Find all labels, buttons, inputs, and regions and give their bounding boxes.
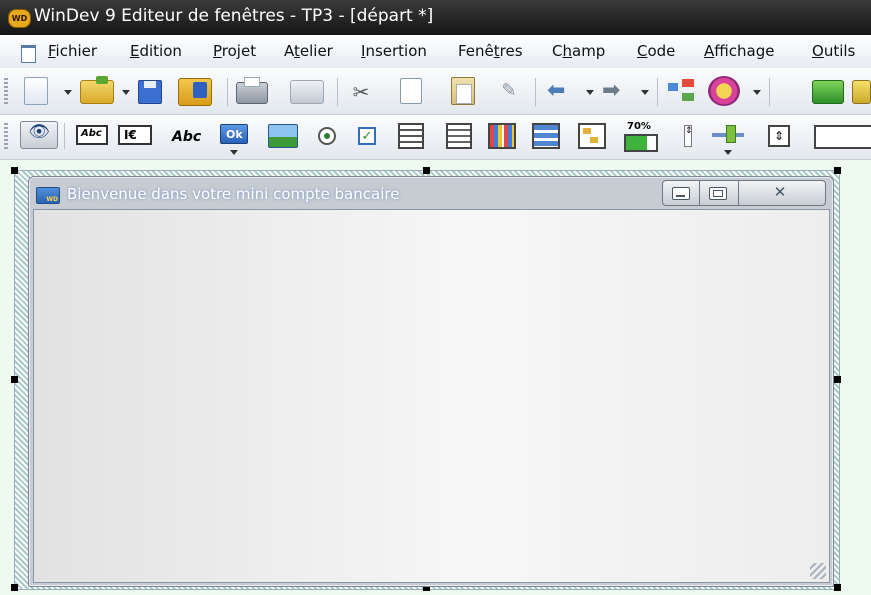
spin-control-icon[interactable]: ⇕ <box>684 125 693 147</box>
looper-control-icon[interactable] <box>532 123 560 149</box>
button-control-label: Ok <box>226 128 243 141</box>
resize-handle-bottom-right[interactable] <box>834 584 841 591</box>
list-box-control-icon[interactable] <box>398 123 424 149</box>
maximize-icon <box>709 187 727 200</box>
resize-grip-icon[interactable] <box>810 563 826 579</box>
menu-fenetres[interactable]: Fenêtres <box>458 42 523 60</box>
cut-scissors-icon[interactable]: ✂ <box>348 78 374 106</box>
resize-handle-top-middle[interactable] <box>423 167 430 174</box>
redo-icon[interactable]: ➡ <box>602 80 634 102</box>
minimize-button[interactable] <box>663 181 700 205</box>
print-icon[interactable] <box>236 77 268 104</box>
menu-champ[interactable]: Champ <box>552 42 605 60</box>
button-control-dropdown-icon[interactable] <box>230 150 238 155</box>
designed-window[interactable]: WD Bienvenue dans votre mini compte banc… <box>28 176 834 587</box>
preview-icon[interactable] <box>290 80 324 104</box>
static-text-control-label: Abc <box>81 128 102 139</box>
toolbar-grip[interactable] <box>4 123 8 149</box>
compile-gear-icon[interactable] <box>708 76 740 106</box>
controls-toolbar: 👁 Abc I€ Abc Ok ✓ 70% ⇕ ⇕ <box>0 115 871 160</box>
resize-handle-middle-left[interactable] <box>11 376 18 383</box>
menu-atelier[interactable]: Atelier <box>284 42 333 60</box>
table-control-icon[interactable] <box>488 123 516 149</box>
slider-thumb-icon <box>726 125 736 143</box>
image-control-icon[interactable] <box>268 124 298 148</box>
menu-code[interactable]: Code <box>637 42 675 60</box>
paste-format-icon[interactable]: ✎ <box>497 78 521 104</box>
toolbar-separator <box>657 78 658 106</box>
save-disk-icon[interactable] <box>138 80 162 104</box>
new-document-icon[interactable] <box>24 77 48 105</box>
label-control-icon[interactable]: Abc <box>172 129 201 145</box>
copy-icon[interactable] <box>400 78 422 104</box>
scrolling-combo-control-icon[interactable]: ⇕ <box>768 125 790 147</box>
app-titlebar: WD WinDev 9 Editeur de fenêtres - TP3 - … <box>0 0 871 35</box>
go-test-icon[interactable] <box>812 80 844 104</box>
minimize-icon <box>672 187 690 200</box>
designed-window-client-area[interactable] <box>33 209 830 583</box>
toolbar-separator <box>227 78 228 106</box>
open-dropdown-icon[interactable] <box>122 90 130 95</box>
resize-handle-middle-right[interactable] <box>834 376 841 383</box>
treeview-control-icon[interactable] <box>578 123 606 149</box>
standard-toolbar: ✂ ✎ ⬅ ➡ <box>0 68 871 115</box>
menu-bar: Fichier Edition Projet Atelier Insertion… <box>0 35 871 69</box>
compile-dropdown-icon[interactable] <box>753 90 761 95</box>
undo-icon[interactable]: ⬅ <box>547 80 579 102</box>
toolbar-separator <box>769 78 770 106</box>
resize-handle-top-left[interactable] <box>11 167 18 174</box>
windev-logo-icon: WD <box>8 9 31 28</box>
undo-dropdown-icon[interactable] <box>586 90 594 95</box>
menu-edition[interactable]: Edition <box>130 42 182 60</box>
save-all-icon[interactable] <box>178 78 212 106</box>
open-arrow-icon <box>96 76 108 84</box>
list-view-control-icon[interactable] <box>446 123 472 149</box>
currency-control-label: I€ <box>124 128 137 142</box>
resize-handle-top-right[interactable] <box>834 167 841 174</box>
close-icon: ✕ <box>773 183 787 201</box>
radio-button-control-icon[interactable] <box>318 127 336 145</box>
resize-handle-bottom-left[interactable] <box>11 584 18 591</box>
menu-outils[interactable]: Outils <box>812 42 855 60</box>
progress-bar-control-icon[interactable]: 70% <box>624 121 658 152</box>
currency-control-icon[interactable]: I€ <box>118 125 152 145</box>
toolbar-separator <box>64 123 65 149</box>
redo-dropdown-icon[interactable] <box>641 90 649 95</box>
designed-window-titlebar: WD Bienvenue dans votre mini compte banc… <box>29 177 833 209</box>
new-dropdown-icon[interactable] <box>64 90 72 95</box>
static-text-control-icon[interactable]: Abc <box>76 125 108 145</box>
progress-bar-control-label: 70% <box>627 121 651 132</box>
menu-fichier[interactable]: Fichier <box>48 42 97 60</box>
tab-control-icon[interactable] <box>814 125 871 149</box>
menu-projet[interactable]: Projet <box>213 42 256 60</box>
app-title: WinDev 9 Editeur de fenêtres - TP3 - [dé… <box>34 6 434 26</box>
eye-preview-icon[interactable]: 👁 <box>20 121 58 149</box>
toolbar-separator <box>337 78 338 106</box>
menu-insertion[interactable]: Insertion <box>361 42 427 60</box>
document-menu-icon[interactable] <box>21 45 36 63</box>
toolbar-grip[interactable] <box>4 78 8 104</box>
windev-window-icon: WD <box>36 187 60 204</box>
paste-icon[interactable] <box>451 77 475 105</box>
menu-affichage[interactable]: Affichage <box>704 42 774 60</box>
caption-buttons: ✕ <box>662 180 826 206</box>
go-test-window-icon[interactable] <box>852 80 871 104</box>
maximize-button[interactable] <box>699 181 739 205</box>
button-control-icon[interactable]: Ok <box>220 124 248 144</box>
designed-window-title: Bienvenue dans votre mini compte bancair… <box>67 185 400 203</box>
windev-window-icon-text: WD <box>46 196 58 203</box>
toolbar-separator <box>535 78 536 106</box>
project-structure-icon[interactable] <box>668 79 696 105</box>
slider-dropdown-icon[interactable] <box>724 150 732 155</box>
checkbox-control-icon[interactable]: ✓ <box>358 127 376 145</box>
close-button[interactable]: ✕ <box>738 181 825 205</box>
